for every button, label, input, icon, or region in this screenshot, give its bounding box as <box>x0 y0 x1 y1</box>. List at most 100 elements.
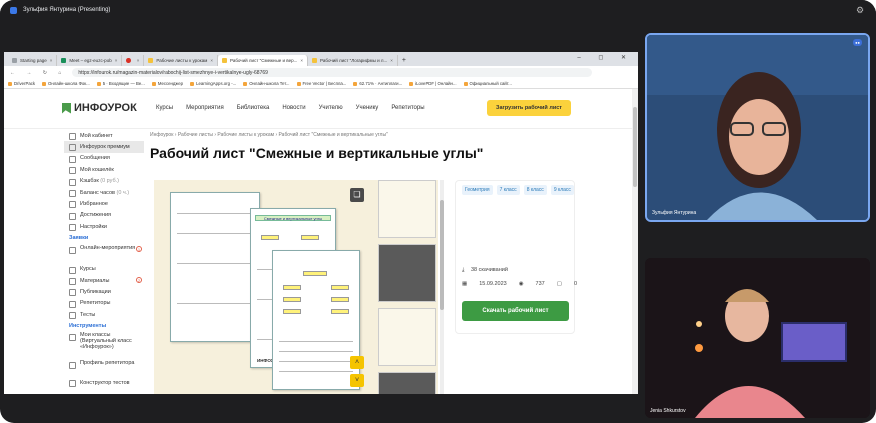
nav-item[interactable]: Ученику <box>356 105 379 111</box>
preview-page <box>272 250 360 390</box>
sidebar-item-tests[interactable]: Тесты <box>64 309 144 320</box>
tab-close-icon[interactable]: × <box>300 58 303 63</box>
tab-close-icon[interactable]: × <box>390 58 393 63</box>
browser-tab[interactable]: Meet – egz-euzc-pob × <box>57 55 123 66</box>
nav-item[interactable]: Учителю <box>319 105 343 111</box>
bookmark-icon[interactable]: ❏ <box>350 188 364 202</box>
thumbnail-scrollbar[interactable] <box>440 180 444 394</box>
new-tab-button[interactable]: + <box>398 55 410 66</box>
eye-icon: ◉ <box>518 281 524 287</box>
count-badge: 2 <box>136 276 142 283</box>
chevron-up-icon[interactable]: ˄ <box>350 356 364 369</box>
thumbnail[interactable] <box>378 308 436 366</box>
sidebar-item-premium[interactable]: Инфоурок премиум <box>64 141 144 153</box>
speaking-icon: ●● <box>853 39 862 46</box>
upload-worksheet-button[interactable]: Загрузить рабочий лист <box>487 100 571 116</box>
tag-chip[interactable]: 7 класс <box>496 185 520 195</box>
thumbnail[interactable] <box>378 180 436 238</box>
views-count: 737 <box>535 281 545 287</box>
page-scrollbar[interactable] <box>632 89 638 394</box>
sidebar-item-classes[interactable]: Мои классы (Виртуальный класс «Инфоурок»… <box>64 331 144 359</box>
thumbnail[interactable] <box>378 372 436 394</box>
tag-list: Геометрия 7 класс 8 класс 9 класс <box>462 185 574 195</box>
tag-chip[interactable]: 8 класс <box>523 185 547 195</box>
sidebar-item-publications[interactable]: Публикации <box>64 286 144 297</box>
nav-item[interactable]: Новости <box>282 105 305 111</box>
presenter-video <box>647 35 868 220</box>
tab-close-icon[interactable]: × <box>50 58 53 63</box>
tag-chip[interactable]: Геометрия <box>462 185 493 195</box>
nav-item[interactable]: Курсы <box>156 105 173 111</box>
sidebar-item-label: Материалы <box>80 277 110 284</box>
bookmark-item[interactable]: Мессенджер <box>152 81 183 86</box>
participant-name: Jenia Shkurstov <box>650 408 686 414</box>
browser-tab-strip: Starting page × Meet – egz-euzc-pob × × Ра… <box>4 52 638 66</box>
downloads-row: ⤓ <box>462 267 464 274</box>
site-nav: Курсы Мероприятия Библиотека Новости Учи… <box>156 105 425 111</box>
bookmark-item[interactable]: DriverPack <box>8 81 35 86</box>
download-worksheet-button[interactable]: Скачать рабочий лист <box>462 301 569 321</box>
bookmark-item[interactable]: Официальный сайт... <box>464 81 512 86</box>
sidebar-item-label: Кэшбэк <box>80 178 99 185</box>
cashback-hint: (0 руб.) <box>100 178 120 185</box>
window-controls[interactable]: ‒ ◻ ✕ <box>577 54 634 61</box>
url-field[interactable]: https://infourok.ru/magazin-materialov/r… <box>72 68 593 77</box>
browser-tab[interactable]: Starting page × <box>8 55 58 66</box>
hours-hint: (0 ч.) <box>116 189 130 196</box>
sidebar-item-test-builder[interactable]: Конструктор тестов <box>64 377 144 388</box>
bookmark-item[interactable]: Онлайн-школа Фок... <box>42 81 90 86</box>
tab-close-icon[interactable]: × <box>115 58 118 63</box>
browser-tab-active[interactable]: Рабочий лист "Смежные и вер... × <box>217 55 309 66</box>
tab-close-icon[interactable]: × <box>210 58 213 63</box>
presenting-icon <box>10 6 17 14</box>
shared-screen: Starting page × Meet – egz-euzc-pob × × Ра… <box>4 52 638 394</box>
bookmark-item[interactable]: 62.71% · Антиплаги... <box>353 81 402 86</box>
sidebar-item-settings[interactable]: Настройки <box>64 221 144 232</box>
page-title: Рабочий лист "Смежные и вертикальные угл… <box>150 145 484 161</box>
nav-item[interactable]: Мероприятия <box>186 105 224 111</box>
stats-row: ▦ 15.09.2023 ◉ 737 ▢ 0 <box>462 281 577 287</box>
sidebar-section-tools: Инструменты <box>69 322 107 329</box>
tag-chip[interactable]: 9 класс <box>550 185 574 195</box>
nav-item[interactable]: Библиотека <box>237 105 270 111</box>
sidebar-item-tutor-profile[interactable]: Профиль репетитора <box>64 359 144 377</box>
bookmark-item[interactable]: 5 · Входящие — Ве... <box>97 81 145 86</box>
browser-tab[interactable]: × <box>122 55 145 66</box>
sidebar-item-events[interactable]: Онлайн-мероприятия 1 <box>64 244 144 264</box>
bookmark-item[interactable]: Онлайн-школа Тет... <box>243 81 289 86</box>
sidebar-item-achievements[interactable]: Достижения <box>64 210 144 221</box>
recording-icon <box>126 58 131 63</box>
settings-icon[interactable]: ⚙ <box>856 5 866 15</box>
browser-tab[interactable]: Рабочие листы к урокам × <box>144 55 218 66</box>
bookmark-item[interactable]: LearningApps.org -... <box>190 81 236 86</box>
breadcrumb[interactable]: Инфоурок › Рабочие листы › Рабочие листы… <box>150 132 388 138</box>
address-bar-row: ← → ↻ ⌂ https://infourok.ru/magazin-mate… <box>4 66 638 79</box>
tab-favicon-icon <box>312 58 318 63</box>
calendar-icon: ▦ <box>462 281 468 287</box>
sidebar-item-hours[interactable]: Баланс часов (0 ч.) <box>64 187 144 198</box>
sidebar-item-cabinet[interactable]: Мой кабинет <box>64 130 144 141</box>
material-info-card: Геометрия 7 класс 8 класс 9 класс ⤓ 38 с… <box>455 180 577 334</box>
sidebar-item-wallet[interactable]: Мой кошелёк <box>64 164 144 175</box>
chevron-down-icon[interactable]: ˅ <box>350 374 364 387</box>
participant-tile-presenter[interactable]: ●● Зульфия Янтурина <box>645 33 870 222</box>
nav-arrows-icon[interactable]: ← → ↻ ⌂ <box>10 70 66 76</box>
bookmark-item[interactable]: iLovePDF | Онлайн... <box>409 81 456 86</box>
sidebar-item-messages[interactable]: Сообщения <box>64 153 144 164</box>
tab-favicon-icon <box>148 58 154 63</box>
nav-item[interactable]: Репетиторы <box>391 105 424 111</box>
browser-tab[interactable]: Рабочий лист "Логарифмы и л... × <box>308 55 398 66</box>
site-header: ИНФОУРОК Курсы Мероприятия Библиотека Но… <box>4 89 632 129</box>
tab-close-icon[interactable]: × <box>137 58 140 63</box>
sidebar-item-courses[interactable]: Курсы <box>64 264 144 275</box>
sidebar-item-materials[interactable]: Материалы 2 <box>64 275 144 286</box>
site-logo[interactable]: ИНФОУРОК <box>62 102 137 114</box>
sidebar-item-cashback[interactable]: Кэшбэк (0 руб.) <box>64 176 144 187</box>
thumbnail[interactable] <box>378 244 436 302</box>
bookmark-item[interactable]: Free Vector | Бесплa... <box>297 81 347 86</box>
participant-tile[interactable]: Jenia Shkurstov <box>645 258 870 418</box>
date: 15.09.2023 <box>479 281 507 287</box>
sidebar-item-tutors[interactable]: Репетиторы <box>64 298 144 309</box>
sidebar-item-label: Онлайн-мероприятия <box>80 244 136 251</box>
sidebar-item-favorites[interactable]: Избранное <box>64 198 144 209</box>
